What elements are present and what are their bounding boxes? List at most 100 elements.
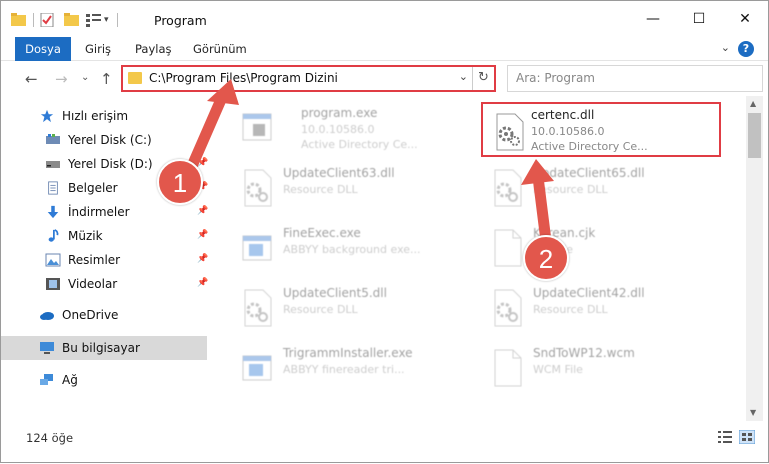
file-name: UpdateClient42.dll [533,286,645,300]
sidebar-item-label: Resimler [68,253,121,267]
file-name: certenc.dll [531,108,595,122]
tiles-view-icon[interactable] [739,430,755,444]
file-icon [494,349,522,387]
download-icon [47,205,59,219]
music-icon [48,229,59,242]
pin-icon[interactable]: 📌 [197,278,208,288]
scrollbar-thumb[interactable] [748,113,761,158]
maximize-button[interactable]: ☐ [676,1,722,37]
sidebar-item-label: Belgeler [68,181,118,195]
search-placeholder[interactable]: Ara: Program [516,71,595,85]
folder-icon [128,72,142,84]
details-view-icon[interactable] [717,430,733,444]
file-description: Resource DLL [533,183,608,196]
sidebar-item-label: Ağ [62,373,78,387]
search-input[interactable]: Ara: Program [507,65,763,92]
sidebar-item-label: İndirmeler [68,205,130,219]
folder-icon [11,13,26,26]
file-tile[interactable]: SndToWP12.wcm WCM File [481,340,721,395]
dll-gear-icon [494,169,522,207]
new-folder-icon[interactable] [64,13,80,27]
file-icon [494,229,522,267]
sidebar-item-quick-access[interactable]: Hızlı erişim [1,104,207,128]
tab-home[interactable]: Giriş [85,37,111,61]
video-icon [46,278,60,290]
computer-icon [40,342,54,354]
file-tile-certenc[interactable]: certenc.dll 10.0.10586.0 Active Director… [481,102,721,157]
ribbon-expand-icon[interactable]: ⌄ [721,41,730,54]
help-icon[interactable]: ? [738,41,754,57]
forward-button[interactable]: → [55,70,68,88]
window-title: Program [154,13,207,28]
sidebar-item-label: Müzik [68,229,103,243]
file-tile[interactable]: UpdateClient5.dll Resource DLL [231,280,471,335]
file-description: Resource DLL [283,183,358,196]
minimize-button[interactable]: — [630,1,676,37]
file-tile[interactable]: UpdateClient63.dll Resource DLL [231,160,471,215]
scroll-up-icon[interactable]: ▲ [750,99,756,108]
sidebar-item-music[interactable]: Müzik 📌 [1,224,208,248]
sidebar-item-onedrive[interactable]: OneDrive [1,303,207,327]
file-tile[interactable]: TrigrammInstaller.exe ABBYY finereader t… [231,340,471,395]
scroll-down-icon[interactable]: ▼ [750,408,756,417]
sidebar-item-disk-c[interactable]: Yerel Disk (C:) 📌 [1,128,208,152]
file-description: Resource DLL [283,303,358,316]
dll-gear-icon [496,113,524,151]
sidebar-item-pictures[interactable]: Resimler 📌 [1,248,208,272]
sidebar-item-label: Yerel Disk (D:) [68,157,153,171]
close-button[interactable]: ✕ [722,1,768,37]
sidebar-item-network[interactable]: Ağ [1,368,207,392]
sidebar-item-label: Hızlı erişim [62,109,129,123]
properties-icon[interactable] [40,13,56,27]
file-name: SndToWP12.wcm [533,346,635,360]
file-name: UpdateClient63.dll [283,166,395,180]
sidebar-item-this-pc[interactable]: Bu bilgisayar [1,336,207,360]
file-description: ABBYY finereader tri... [283,363,405,376]
pin-icon[interactable]: 📌 [197,206,208,216]
tab-view[interactable]: Görünüm [193,37,247,61]
file-tile[interactable]: program.exe 10.0.10586.0 Active Director… [231,100,471,155]
star-icon [40,109,54,123]
file-name: TrigrammInstaller.exe [283,346,413,360]
network-icon [40,374,53,385]
status-bar: 124 öğe [1,421,768,462]
tab-share[interactable]: Paylaş [135,37,172,61]
up-button[interactable]: ↑ [100,70,113,88]
drive-icon [46,134,60,144]
sidebar-item-videos[interactable]: Videolar 📌 [1,272,208,296]
address-path[interactable]: C:\Program Files\Program Dizini [149,71,338,85]
file-tile[interactable]: FineExec.exe ABBYY background exe... [231,220,471,275]
file-version: 10.0.10586.0 [531,125,605,138]
file-tile[interactable]: UpdateClient65.dll Resource DLL [481,160,721,215]
back-button[interactable]: ← [25,70,38,88]
dll-gear-icon [494,289,522,327]
file-name: UpdateClient65.dll [533,166,645,180]
documents-icon [48,181,58,195]
recent-locations-button[interactable]: ⌄ [81,72,89,83]
file-description: WCM File [533,363,583,376]
customize-toolbar-icon[interactable] [86,13,102,27]
pin-icon[interactable]: 📌 [197,230,208,240]
explorer-window: ▾ Program — ☐ ✕ Dosya Giriş Paylaş Görün… [0,0,769,463]
pin-icon[interactable]: 📌 [197,254,208,264]
exe-icon [242,235,272,261]
annotation-badge-1: 1 [157,159,203,205]
chevron-down-icon[interactable]: ▾ [104,15,109,25]
address-bar[interactable]: C:\Program Files\Program Dizini ⌄ ↻ [121,65,496,92]
ribbon-tabs: Dosya Giriş Paylaş Görünüm ⌄ ? [1,37,768,61]
refresh-button[interactable]: ↻ [472,67,494,90]
vertical-scrollbar[interactable]: ▲ ▼ [746,96,763,421]
pin-icon[interactable]: 📌 [197,134,208,144]
file-tile[interactable]: Korean.cjk CJK File [481,220,721,275]
exe-icon [242,113,272,141]
file-tile[interactable]: UpdateClient42.dll Resource DLL [481,280,721,335]
pin-icon[interactable]: 📌 [197,158,208,168]
sidebar-item-label: Videolar [68,277,118,291]
tab-file[interactable]: Dosya [15,37,71,61]
toolbar-divider [116,13,118,27]
file-name: program.exe [301,106,378,120]
drive-icon [46,161,60,168]
file-name: UpdateClient5.dll [283,286,387,300]
file-description: Active Directory Ce... [301,138,418,151]
chevron-down-icon[interactable]: ⌄ [459,70,468,83]
